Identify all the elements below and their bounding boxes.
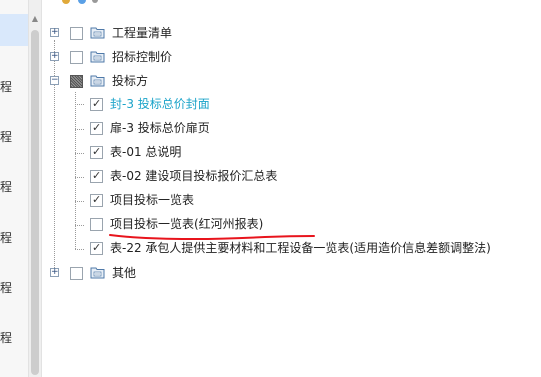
- red-underline-annotation: [109, 234, 315, 241]
